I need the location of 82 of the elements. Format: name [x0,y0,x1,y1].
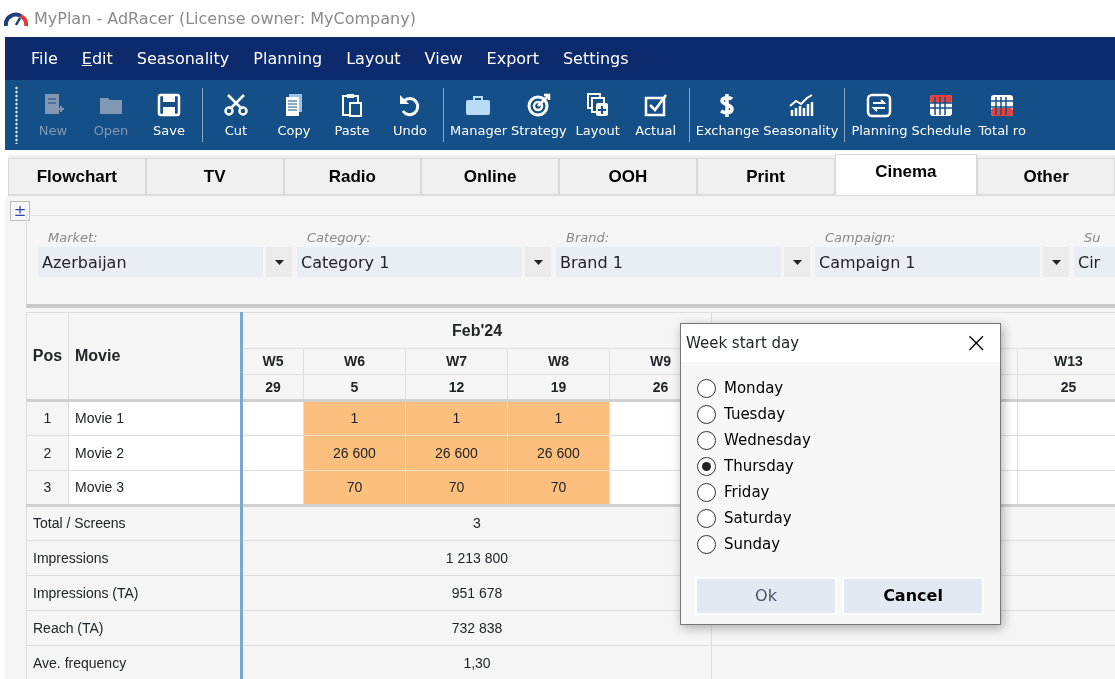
radio-option[interactable]: Tuesday [697,401,1000,427]
toolbar-button[interactable]: Paste [323,80,381,150]
field-label: Brand: [565,229,611,247]
dropdown-field[interactable]: Cir [1074,247,1115,277]
toolbar-button[interactable]: Actual [626,80,685,150]
menu-item[interactable]: View [412,46,475,71]
dialog-button[interactable]: Cancel [842,577,984,615]
field-label: Category: [306,229,372,247]
save-icon [155,92,183,118]
radio-option[interactable]: Friday [697,479,1000,505]
toolbar-button[interactable]: Schedule [909,80,974,150]
window-title: MyPlan - AdRacer (License owner: MyCompany) [34,7,416,30]
toolbar-button[interactable]: Save [140,80,198,150]
week-header: W7 [405,348,508,375]
refresh-box-icon [865,92,894,118]
toolbar-button[interactable]: Manager [448,80,509,150]
table-cell: 732 838 [241,610,712,646]
table-cell: 2 [26,435,69,471]
menu-item[interactable]: File [19,46,70,71]
booked-cell[interactable]: 26 600 [507,435,610,471]
week-date: 5 [303,374,406,401]
booked-cell[interactable]: 26 600 [303,435,406,471]
radio-option[interactable]: Thursday [697,453,1000,479]
app-logo-icon [4,10,28,27]
tab[interactable]: Other [977,158,1115,195]
menu-item[interactable]: Export [474,46,551,71]
close-button[interactable]: × [952,329,1000,357]
tab[interactable]: Radio [283,158,422,195]
toolbar-button[interactable]: Seasonality [761,80,841,150]
table-cell: Impressions (TA) [26,575,242,611]
table-cell: Reach (TA) [26,610,242,646]
radio-option[interactable]: Wednesday [697,427,1000,453]
week-header: W6 [303,348,406,375]
week-header: W8 [507,348,610,375]
dialog-button[interactable]: Ok [695,577,837,615]
table-cell: Movie 2 [68,435,242,471]
table-cell: Ave. frequency [26,645,242,679]
menu-item[interactable]: Layout [334,46,413,71]
toolbar-button[interactable]: Undo [381,80,439,150]
week-header: W5 [241,348,304,375]
table-cell: 1,30 [241,645,712,679]
tab[interactable]: OOH [559,158,697,195]
field-label: Su [1083,229,1102,247]
field-label: Market: [47,229,99,247]
booked-cell[interactable]: 26 600 [405,435,508,471]
caret-icon [533,259,543,265]
table-cell: Movie 1 [68,400,242,436]
booked-cell[interactable]: 1 [405,400,508,436]
booked-cell[interactable]: 1 [507,400,610,436]
toolbar-button[interactable]: Cut [207,80,265,150]
menu-item[interactable]: Seasonality [124,46,242,71]
menu-item[interactable]: Settings [550,46,641,71]
expand-button[interactable]: ± [10,201,30,221]
toolbar-button[interactable]: Copy [265,80,323,150]
menu-item[interactable]: Planning [241,46,335,71]
toolbar-button[interactable]: Planning [849,80,910,150]
menu-item[interactable]: Edit [69,46,125,71]
toolbar-button[interactable]: Layout [568,80,627,150]
tab[interactable]: Online [421,158,559,195]
column-header: Pos [26,312,69,401]
table-cell: 1 [26,400,69,436]
cut-icon [222,92,250,118]
caret-icon [792,259,802,265]
caret-icon [274,259,284,265]
tab[interactable]: Flowchart [8,158,146,195]
toolbar-button[interactable]: Total ro [973,80,1032,150]
field-label: Campaign: [824,229,897,247]
week-date: 25 [1017,374,1115,401]
column-header: Movie [68,312,242,401]
toolbar-button[interactable]: Strategy [509,80,569,150]
tab[interactable]: Cinema [834,154,978,195]
table-cell: Impressions [26,540,242,576]
week-header: W13 [1017,348,1115,375]
table-cell: Total / Screens [26,505,242,541]
tab[interactable]: Print [696,158,835,195]
caret-icon [1051,259,1061,265]
tab[interactable]: TV [145,158,284,195]
toolbar-button[interactable]: Exchange [693,80,762,150]
week-date: 29 [241,374,304,401]
booked-cell[interactable]: 1 [303,400,406,436]
week-date: 19 [507,374,610,401]
week-date: 12 [405,374,508,401]
